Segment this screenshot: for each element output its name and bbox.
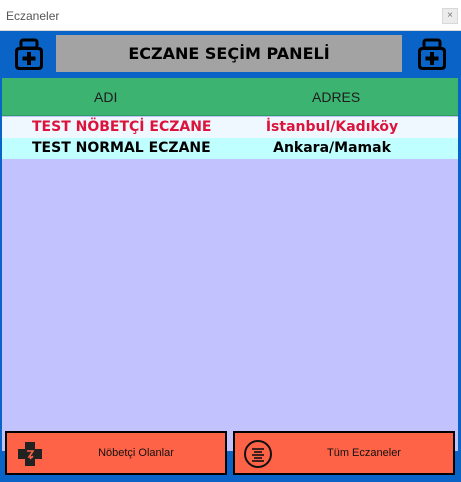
- table-row[interactable]: TEST NÖBETÇİ ECZANE İstanbul/Kadıköy: [2, 117, 458, 138]
- column-header-adi[interactable]: ADI: [94, 78, 117, 116]
- tum-eczaneler-button[interactable]: Tüm Eczaneler: [233, 431, 455, 475]
- nobetci-olanlar-label: Nöbetçi Olanlar: [98, 447, 174, 459]
- tum-eczaneler-label: Tüm Eczaneler: [327, 447, 401, 459]
- medicine-case-icon: [15, 38, 43, 70]
- cell-adi: TEST NORMAL ECZANE: [32, 140, 211, 156]
- table-row[interactable]: TEST NORMAL ECZANE Ankara/Mamak: [2, 138, 458, 159]
- close-button[interactable]: ×: [442, 8, 458, 24]
- title-bar: Eczaneler ×: [0, 0, 461, 31]
- window-title: Eczaneler: [6, 9, 60, 23]
- main-panel: ECZANE SEÇİM PANELİ ADI ADRES TEST NÖBET…: [0, 31, 461, 482]
- cell-adres: Ankara/Mamak: [273, 140, 391, 156]
- pharmacy-grid[interactable]: ADI ADRES TEST NÖBETÇİ ECZANE İstanbul/K…: [2, 78, 458, 451]
- cell-adi: TEST NÖBETÇİ ECZANE: [32, 119, 212, 135]
- cell-adres: İstanbul/Kadıköy: [265, 119, 399, 135]
- nobetci-olanlar-button[interactable]: Nöbetçi Olanlar: [5, 431, 227, 475]
- column-header-adres[interactable]: ADRES: [312, 78, 360, 116]
- panel-title: ECZANE SEÇİM PANELİ: [56, 35, 402, 72]
- grid-header: ADI ADRES: [2, 78, 458, 116]
- medicine-case-icon: [418, 38, 446, 70]
- pharmacy-cross-icon: [18, 442, 42, 466]
- list-circle-icon: [244, 440, 272, 468]
